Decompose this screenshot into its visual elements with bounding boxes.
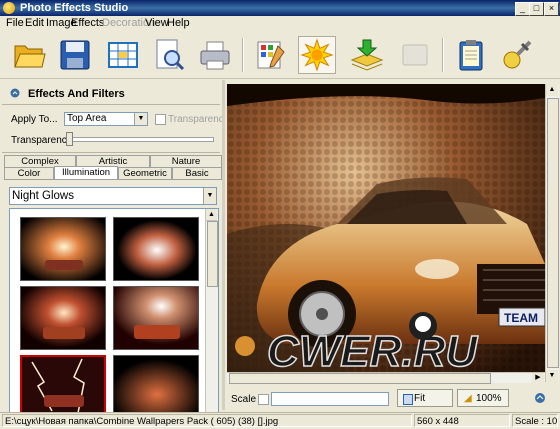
nav-button[interactable]	[525, 389, 555, 407]
chevron-down-icon: ▼	[203, 188, 216, 204]
tab-basic[interactable]: Basic	[172, 167, 222, 179]
status-bar: E:\сцук\Новая папка\Combine Wallpapers P…	[0, 412, 560, 429]
plate-text: TEAM	[504, 311, 538, 325]
preview-icon[interactable]	[150, 36, 188, 74]
transparency-slider-track[interactable]	[66, 137, 214, 142]
effect-thumbnails: ▲	[9, 208, 219, 414]
effect-thumbnail[interactable]	[113, 355, 199, 413]
collapse-up-icon	[535, 393, 545, 403]
scroll-thumb[interactable]	[207, 221, 218, 287]
print-icon[interactable]	[196, 36, 234, 74]
image-preview[interactable]: TEAM CWER.RU	[227, 84, 545, 382]
effect-thumbnail[interactable]	[113, 286, 199, 350]
tab-color[interactable]: Color	[4, 167, 54, 179]
preview-panel: TEAM CWER.RU ▲ ▼ ▶ Scale Fit Image ◢ 100…	[225, 80, 560, 422]
status-scale: Scale : 10(	[512, 414, 558, 427]
effect-thumbnail[interactable]	[20, 217, 106, 281]
effect-thumbnail[interactable]	[113, 217, 199, 281]
blank-icon[interactable]	[396, 36, 434, 74]
scroll-right-icon[interactable]: ▶	[532, 373, 544, 383]
filter-value: Night Glows	[12, 190, 74, 202]
watermark-text: CWER.RU	[267, 327, 478, 376]
open-icon[interactable]	[10, 36, 48, 74]
status-dimensions: 560 x 448	[414, 414, 510, 427]
fit-image-icon	[403, 394, 413, 405]
transparency-checkbox[interactable]	[155, 114, 166, 125]
tab-geometric[interactable]: Geometric	[118, 167, 172, 179]
tab-baseline	[4, 179, 222, 180]
collapse-icon[interactable]	[10, 88, 20, 98]
filter-select[interactable]: Night Glows ▼	[9, 187, 217, 205]
menu-help[interactable]: Help	[167, 17, 190, 29]
effect-thumbnail-selected[interactable]	[20, 355, 106, 413]
transparency-check-label: Transparency	[168, 114, 229, 125]
status-file-path: E:\сцук\Новая папка\Combine Wallpapers P…	[2, 414, 412, 427]
transparency-slider-thumb[interactable]	[66, 132, 73, 146]
transparency-label: Transparency	[11, 135, 72, 146]
scale-checkbox[interactable]	[258, 394, 269, 405]
zoom-label: 100%	[476, 393, 502, 404]
tab-illumination[interactable]: Illumination	[54, 166, 118, 179]
scroll-down-icon[interactable]: ▼	[546, 370, 558, 382]
close-button[interactable]: ×	[544, 2, 559, 16]
palette-icon[interactable]	[252, 36, 290, 74]
apply-to-label: Apply To...	[11, 114, 58, 125]
title-bar: Photo Effects Studio _ □ ×	[0, 0, 560, 16]
panel-title: Effects And Filters	[28, 88, 125, 100]
save-icon[interactable]	[56, 36, 94, 74]
tab-nature[interactable]: Nature	[150, 155, 222, 167]
panel-header: Effects And Filters	[4, 84, 218, 102]
app-icon	[3, 2, 15, 14]
download-layers-icon[interactable]	[348, 36, 386, 74]
menu-file[interactable]: File	[6, 17, 24, 29]
scroll-up-icon[interactable]: ▲	[546, 84, 558, 96]
tools-icon[interactable]	[498, 36, 536, 74]
effects-panel: Effects And Filters Apply To... Top Area…	[0, 80, 229, 414]
menu-effects[interactable]: Effects	[71, 17, 104, 29]
scroll-thumb[interactable]	[547, 98, 559, 368]
effect-thumbnail[interactable]	[20, 286, 106, 350]
preview-vertical-scrollbar[interactable]: ▲ ▼	[545, 84, 559, 382]
apply-to-select[interactable]: Top Area ▼	[64, 112, 148, 126]
scroll-thumb[interactable]	[229, 373, 491, 384]
chevron-down-icon: ▼	[134, 113, 147, 125]
minimize-button[interactable]: _	[515, 2, 530, 16]
menu-view[interactable]: View	[145, 17, 169, 29]
toolbar-separator	[242, 38, 244, 72]
scale-slider[interactable]	[271, 392, 389, 406]
preview-horizontal-scrollbar[interactable]: ▶	[227, 372, 545, 384]
toolbar	[0, 32, 560, 79]
divider	[2, 104, 220, 105]
scroll-up-icon[interactable]: ▲	[206, 209, 217, 221]
sun-effects-icon[interactable]	[298, 36, 336, 74]
menu-bar: File Edit Image Effects Decoration View …	[0, 16, 560, 32]
menu-edit[interactable]: Edit	[25, 17, 44, 29]
toolbar-separator-2	[442, 38, 444, 72]
scale-label: Scale	[231, 394, 257, 405]
apply-to-value: Top Area	[67, 113, 107, 124]
fit-image-button[interactable]: Fit Image	[397, 389, 453, 422]
thumbnails-scrollbar[interactable]: ▲	[205, 209, 218, 413]
clipboard-icon[interactable]	[452, 36, 490, 74]
preview-toolbar: Scale Fit Image ◢ 100%	[225, 386, 560, 422]
zoom-icon: ◢	[464, 393, 472, 404]
grid-icon[interactable]	[104, 36, 142, 74]
zoom-100-button[interactable]: ◢ 100%	[457, 389, 509, 407]
window-title: Photo Effects Studio	[20, 2, 129, 14]
maximize-button[interactable]: □	[529, 2, 544, 16]
divider-2	[2, 152, 220, 153]
